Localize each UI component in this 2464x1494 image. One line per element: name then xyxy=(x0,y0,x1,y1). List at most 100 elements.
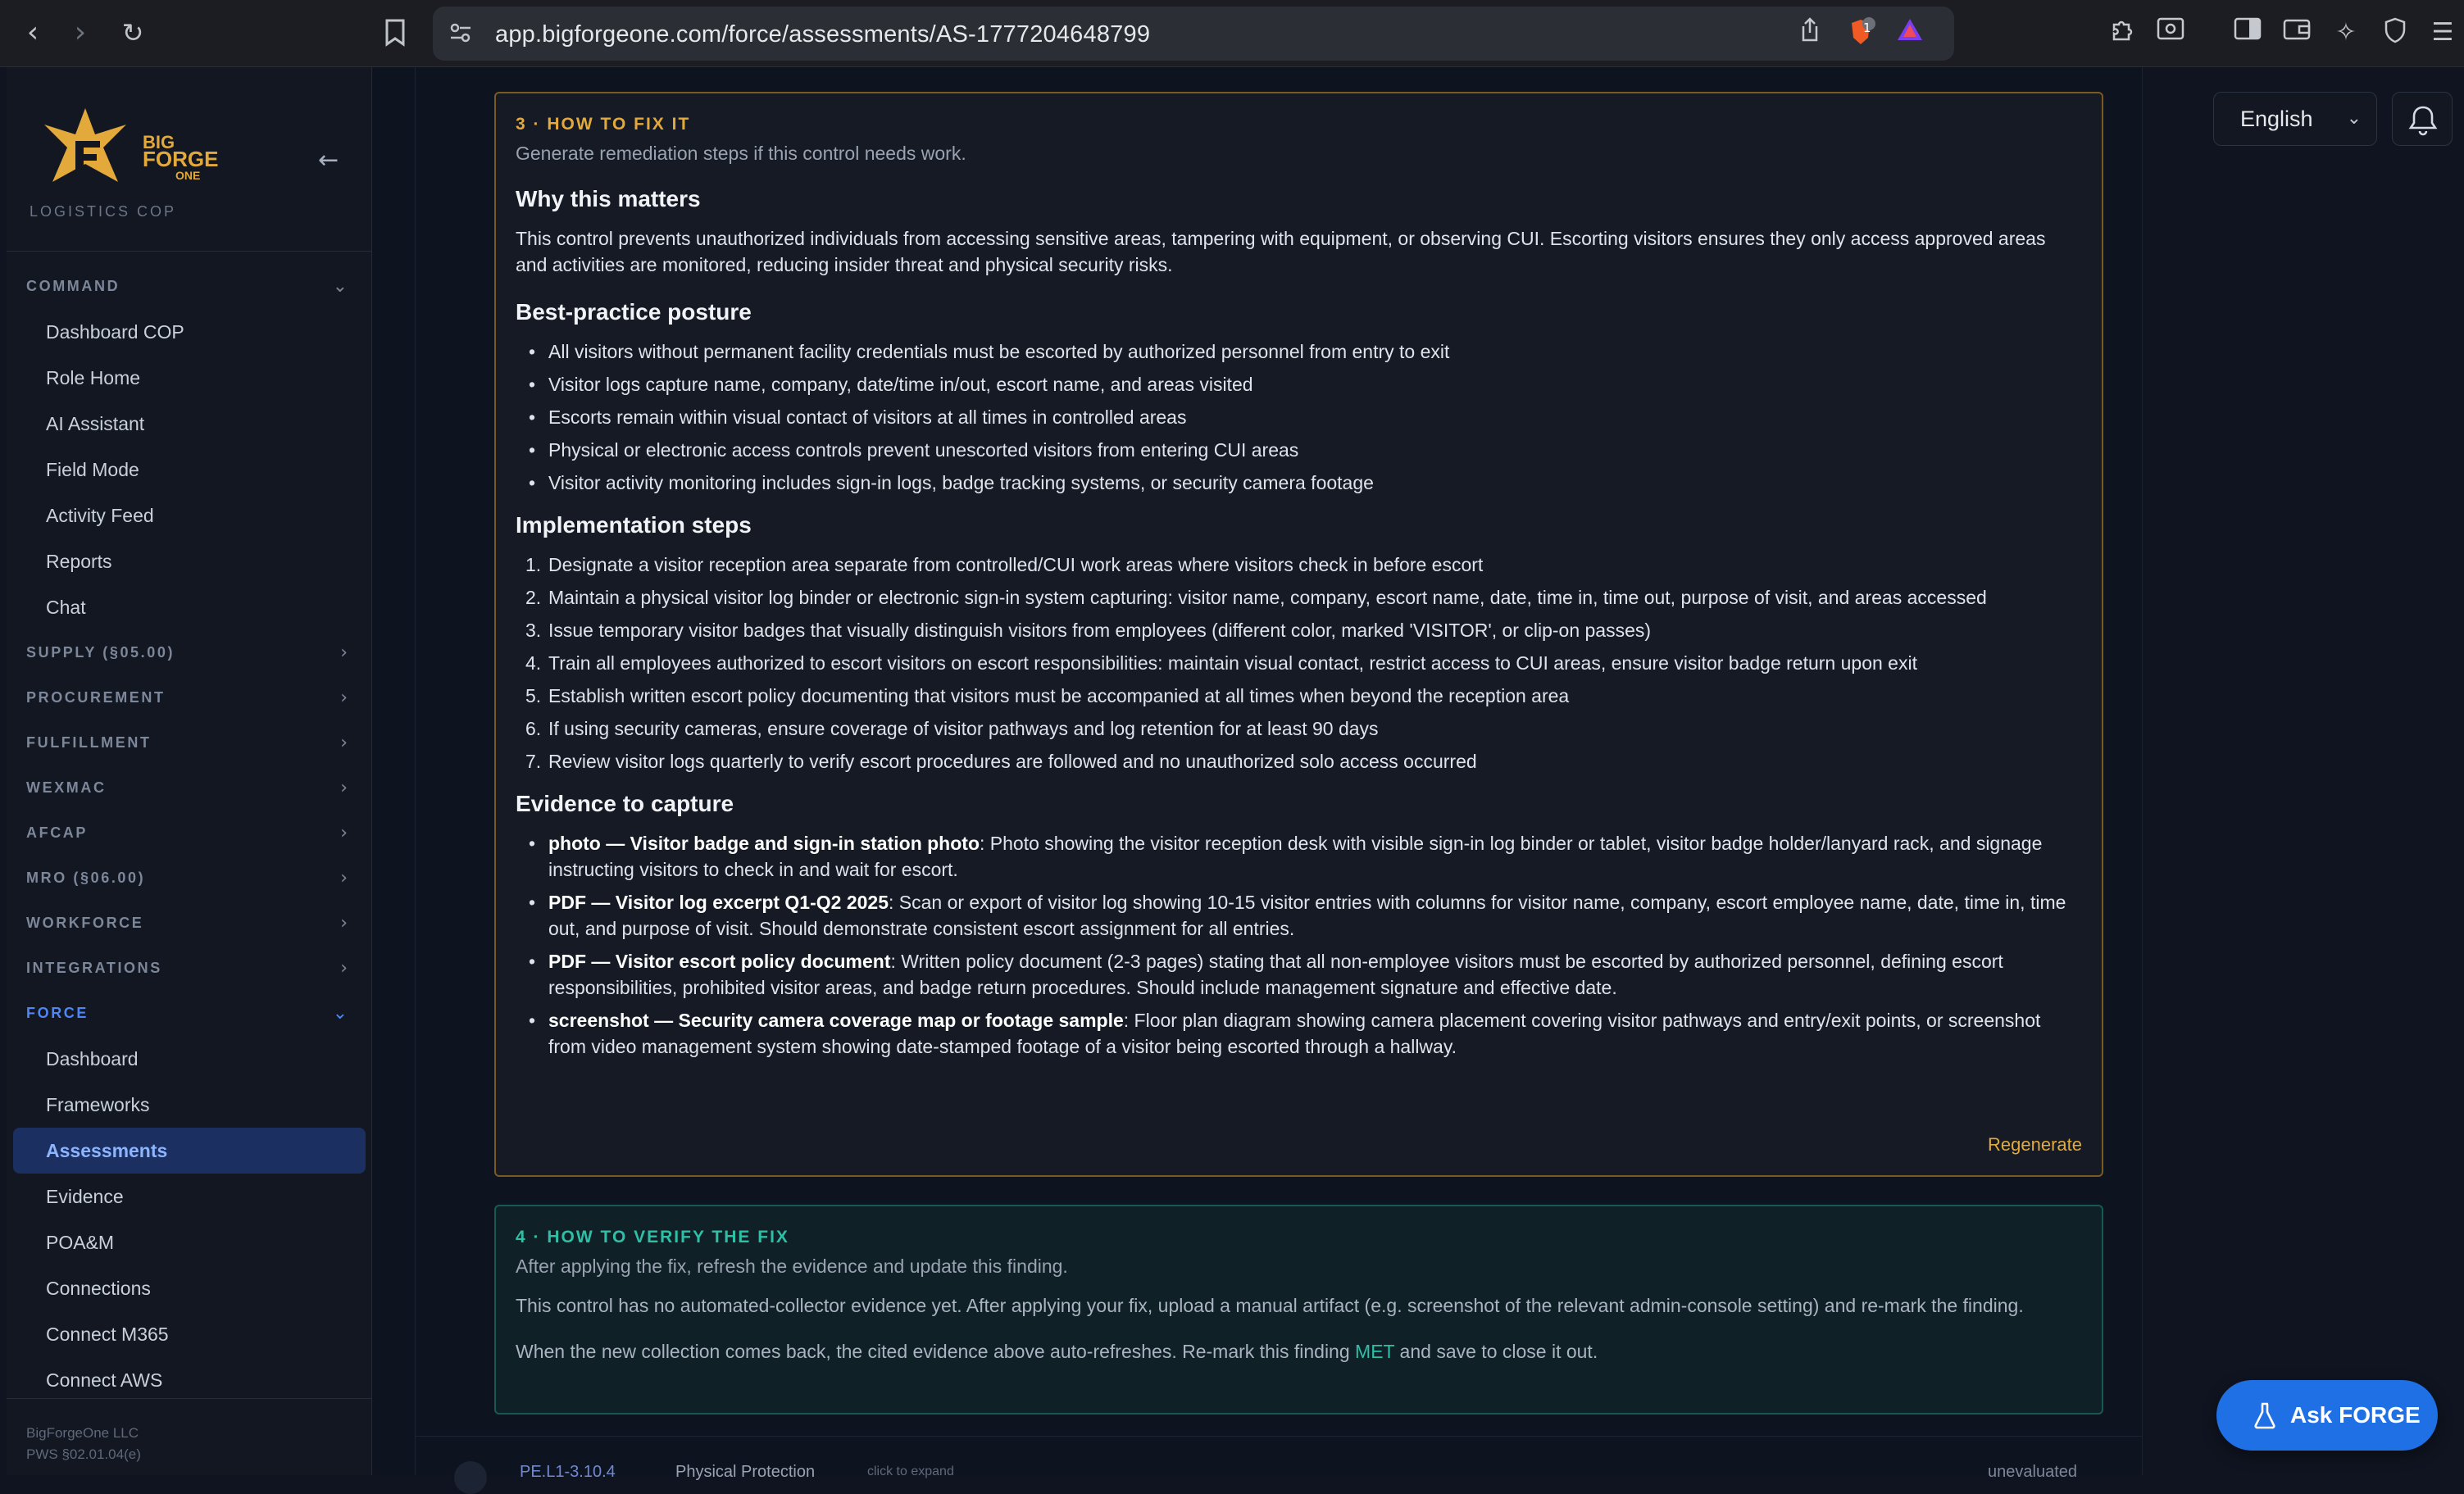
verify-step-label: 4 · HOW TO VERIFY THE FIX xyxy=(516,1228,789,1247)
url-text[interactable]: app.bigforgeone.com/force/assessments/AS… xyxy=(495,21,1150,48)
section-label: COMMAND xyxy=(26,278,120,294)
section-force[interactable]: FORCE ⌄ xyxy=(7,991,372,1036)
section-command[interactable]: COMMAND ⌄ xyxy=(7,264,372,309)
control-code: PE.L1-3.10.4 xyxy=(520,1463,616,1481)
list-item: Escorts remain within visual contact of … xyxy=(516,404,2082,430)
chevron-right-icon: › xyxy=(340,913,348,933)
leo-ai-icon[interactable]: ✧ xyxy=(2330,16,2362,49)
section-mro[interactable]: MRO (§06.00) › xyxy=(7,856,372,901)
menu-icon[interactable]: ☰ xyxy=(2426,16,2459,49)
verify-subtitle: After applying the fix, refresh the evid… xyxy=(516,1256,1068,1277)
list-item: screenshot — Security camera coverage ma… xyxy=(516,1007,2082,1060)
chevron-down-icon: ⌄ xyxy=(332,1003,348,1024)
list-item: 3. Issue temporary visitor badges that vi… xyxy=(525,620,1652,641)
step-text: Designate a visitor reception area separ… xyxy=(548,554,1484,575)
reader-icon[interactable] xyxy=(2154,16,2187,49)
collapse-sidebar-icon[interactable]: ← xyxy=(318,146,339,175)
verify-text-after: and save to close it out. xyxy=(1394,1341,1598,1362)
section-procurement[interactable]: PROCUREMENT › xyxy=(7,675,372,720)
list-item: Visitor activity monitoring includes sig… xyxy=(516,470,2082,496)
section-wexmac[interactable]: WEXMAC › xyxy=(7,765,372,811)
ask-forge-button[interactable]: Ask FORGE xyxy=(2216,1380,2438,1451)
sidebar-item-dashboard[interactable]: Dashboard xyxy=(13,1036,366,1082)
sidebar-toggle-icon[interactable] xyxy=(2231,16,2264,49)
list-item: 7. Review visitor logs quarterly to verif… xyxy=(525,751,1477,772)
posture-heading: Best-practice posture xyxy=(516,299,752,325)
fix-step-label: 3 · HOW TO FIX IT xyxy=(516,115,691,134)
section-label: INTEGRATIONS xyxy=(26,960,162,976)
fix-subtitle: Generate remediation steps if this contr… xyxy=(516,143,966,164)
sidebar-item-chat[interactable]: Chat xyxy=(13,584,366,630)
evidence-title: photo — Visitor badge and sign-in statio… xyxy=(548,833,980,854)
why-text: This control prevents unauthorized indiv… xyxy=(516,228,2046,275)
sidebar-item-frameworks[interactable]: Frameworks xyxy=(13,1082,366,1128)
step-text: If using security cameras, ensure covera… xyxy=(548,718,1379,739)
chevron-right-icon: › xyxy=(340,868,348,888)
browser-toolbar: ‹ › ↻ app.bigforgeone.com/force/assessme… xyxy=(0,0,2464,67)
list-item: photo — Visitor badge and sign-in statio… xyxy=(516,830,2082,883)
how-to-verify-card: 4 · HOW TO VERIFY THE FIX After applying… xyxy=(494,1205,2103,1415)
share-icon[interactable] xyxy=(1793,16,1826,49)
control-family: Physical Protection xyxy=(675,1463,816,1481)
expand-hint: click to expand xyxy=(867,1464,954,1478)
forward-icon[interactable]: › xyxy=(62,15,98,51)
sidebar-item-connect-m365[interactable]: Connect M365 xyxy=(13,1311,366,1357)
section-afcap[interactable]: AFCAP › xyxy=(7,811,372,856)
brave-shields-icon[interactable]: 1 xyxy=(1844,16,1877,49)
sidebar-footer: BigForgeOne LLC PWS §02.01.04(e) xyxy=(26,1423,141,1465)
sidebar-item-ai-assistant[interactable]: AI Assistant xyxy=(13,401,366,447)
expand-icon[interactable] xyxy=(454,1461,487,1494)
reload-icon[interactable]: ↻ xyxy=(115,15,151,51)
why-heading: Why this matters xyxy=(516,186,701,211)
evidence-title: screenshot — Security camera coverage ma… xyxy=(548,1010,1124,1031)
section-supply[interactable]: SUPPLY (§05.00) › xyxy=(7,630,372,675)
sidebar-item-connections[interactable]: Connections xyxy=(13,1265,366,1311)
sidebar-item-reports[interactable]: Reports xyxy=(13,538,366,584)
notifications-button[interactable] xyxy=(2392,92,2453,146)
section-label: FORCE xyxy=(26,1005,89,1021)
verify-text-before: When the new collection comes back, the … xyxy=(516,1341,1356,1362)
met-status: MET xyxy=(1355,1341,1395,1362)
list-item: 4. Train all employees authorized to esco… xyxy=(525,652,1917,674)
section-fulfillment[interactable]: FULFILLMENT › xyxy=(7,720,372,765)
bookmark-icon[interactable] xyxy=(377,15,413,51)
extensions-icon[interactable] xyxy=(2105,16,2138,49)
step-text: Maintain a physical visitor log binder o… xyxy=(548,587,1987,608)
back-icon[interactable]: ‹ xyxy=(15,15,51,51)
chevron-right-icon: › xyxy=(340,643,348,663)
sidebar-item-field-mode[interactable]: Field Mode xyxy=(13,447,366,493)
section-integrations[interactable]: INTEGRATIONS › xyxy=(7,946,372,991)
section-label: SUPPLY (§05.00) xyxy=(26,644,175,661)
sidebar-item-assessments[interactable]: Assessments xyxy=(13,1128,366,1174)
sidebar-divider xyxy=(7,251,372,252)
list-item: Physical or electronic access controls p… xyxy=(516,437,2082,463)
wallet-icon[interactable] xyxy=(2280,16,2313,49)
section-label: WEXMAC xyxy=(26,779,107,796)
sidebar-item-dashboard-cop[interactable]: Dashboard COP xyxy=(13,309,366,355)
vpn-shield-icon[interactable] xyxy=(2379,16,2412,49)
posture-list: All visitors without permanent facility … xyxy=(516,338,2082,496)
step-text: Train all employees authorized to escort… xyxy=(548,652,1917,674)
section-label: AFCAP xyxy=(26,824,88,841)
language-select[interactable]: English ⌄ xyxy=(2213,92,2377,146)
sidebar-item-role-home[interactable]: Role Home xyxy=(13,355,366,401)
sidebar-item-poam[interactable]: POA&M xyxy=(13,1219,366,1265)
next-control-row[interactable]: PE.L1-3.10.4 Physical Protection click t… xyxy=(415,1436,2143,1494)
list-item: PDF — Visitor log excerpt Q1-Q2 2025: Sc… xyxy=(516,889,2082,942)
site-settings-icon[interactable] xyxy=(448,20,475,48)
sidebar-item-activity-feed[interactable]: Activity Feed xyxy=(13,493,366,538)
sidebar-item-evidence[interactable]: Evidence xyxy=(13,1174,366,1219)
list-item: 6. If using security cameras, ensure cove… xyxy=(525,718,1379,739)
section-label: MRO (§06.00) xyxy=(26,870,146,886)
sidebar-nav: COMMAND ⌄ Dashboard COP Role Home AI Assi… xyxy=(7,264,372,1403)
sidebar-item-connect-aws[interactable]: Connect AWS xyxy=(13,1357,366,1403)
chevron-right-icon: › xyxy=(340,823,348,843)
brave-rewards-icon[interactable] xyxy=(1893,16,1926,49)
steps-heading: Implementation steps xyxy=(516,512,752,538)
section-label: WORKFORCE xyxy=(26,915,144,931)
logo: BIG FORGE ONE xyxy=(36,100,282,207)
chevron-right-icon: › xyxy=(340,688,348,708)
regenerate-button[interactable]: Regenerate xyxy=(1988,1134,2082,1156)
address-bar[interactable]: app.bigforgeone.com/force/assessments/AS… xyxy=(433,7,1954,61)
section-workforce[interactable]: WORKFORCE › xyxy=(7,901,372,946)
